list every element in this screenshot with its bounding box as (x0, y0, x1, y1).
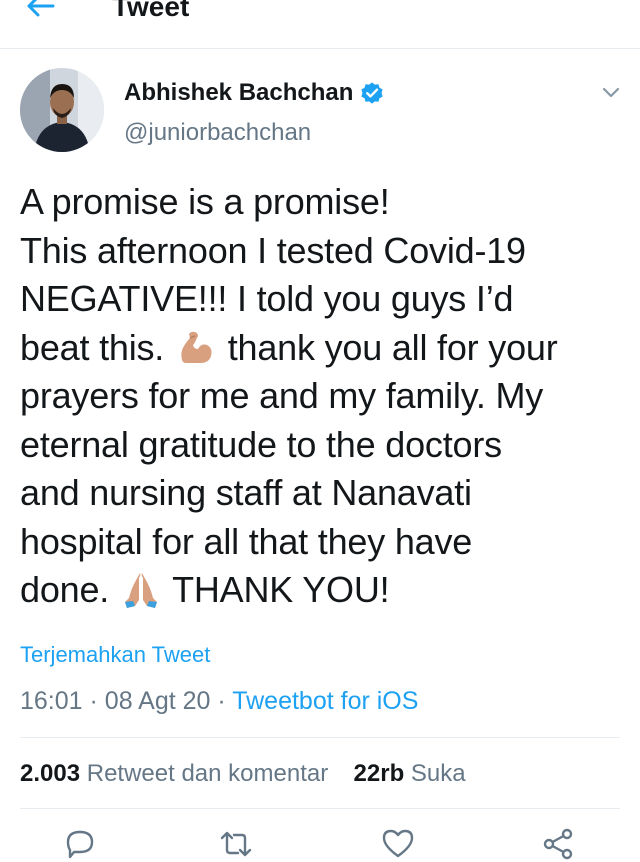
meta-separator: · (89, 687, 98, 715)
translate-tweet-link[interactable]: Terjemahkan Tweet (20, 641, 210, 669)
arrow-left-icon (27, 0, 55, 17)
tweet-line: hospital for all that they have (20, 520, 473, 562)
tweet-line: beat this. thank you all for your (20, 324, 620, 373)
tweet-stats: 2.003 Retweet dan komentar 22rb Suka (20, 758, 466, 790)
tweet-line: This afternoon I tested Covid-19 (20, 229, 526, 271)
tweet-line: prayers for me and my family. My (20, 375, 544, 416)
meta-separator: · (217, 687, 226, 715)
likes-stat[interactable]: 22rb Suka (354, 760, 466, 787)
tweet-line: A promise is a promise! (20, 181, 390, 222)
retweet-icon[interactable] (218, 826, 254, 862)
chevron-down-icon[interactable] (598, 82, 624, 102)
author-display-name[interactable]: Abhishek Bachchan (124, 78, 353, 108)
tweet-line: NEGATIVE!!! I told you guys I’d (20, 278, 514, 319)
tweet-line: done. THANK YOU! (20, 566, 620, 615)
top-bar: Tweet (0, 0, 640, 49)
likes-label: Suka (410, 760, 466, 787)
tweet-actions (0, 822, 640, 862)
verified-badge-icon (361, 82, 384, 104)
divider (20, 737, 620, 738)
like-heart-icon[interactable] (380, 826, 416, 862)
tweet-meta: 16:01 · 08 Agt 20 · Tweetbot for iOS (20, 685, 418, 717)
retweets-count: 2.003 (20, 760, 81, 787)
share-icon[interactable] (540, 826, 576, 862)
author-name-row[interactable]: Abhishek Bachchan (124, 78, 385, 108)
tweet-line: and nursing staff at Nanavati (20, 472, 472, 513)
tweet-text: A promise is a promise! This afternoon I… (20, 178, 620, 615)
likes-count: 22rb (353, 760, 405, 787)
tweet-line-part: done. (20, 569, 110, 610)
tweet-line: eternal gratitude to the doctors (20, 423, 502, 465)
author-handle[interactable]: @juniorbachchan (124, 118, 311, 148)
reply-icon[interactable] (62, 826, 98, 862)
flexed-biceps-emoji-icon (181, 331, 212, 363)
tweet-date: 08 Agt 20 (104, 687, 211, 715)
tweet-time: 16:01 (20, 687, 83, 715)
divider (20, 808, 620, 809)
profile-photo (20, 68, 104, 152)
tweet-line-part: beat this. (20, 326, 165, 368)
folded-hands-emoji-icon (124, 573, 157, 608)
back-button[interactable] (18, 0, 62, 26)
avatar[interactable] (20, 68, 104, 152)
tweet-line-part: thank you all for your (227, 326, 558, 368)
tweet-line-part: THANK YOU! (172, 569, 390, 610)
page-title: Tweet (112, 0, 190, 22)
retweets-stat[interactable]: 2.003 Retweet dan komentar (20, 760, 328, 787)
retweets-label: Retweet dan komentar (86, 760, 329, 787)
tweet-source-link[interactable]: Tweetbot for iOS (232, 687, 418, 715)
